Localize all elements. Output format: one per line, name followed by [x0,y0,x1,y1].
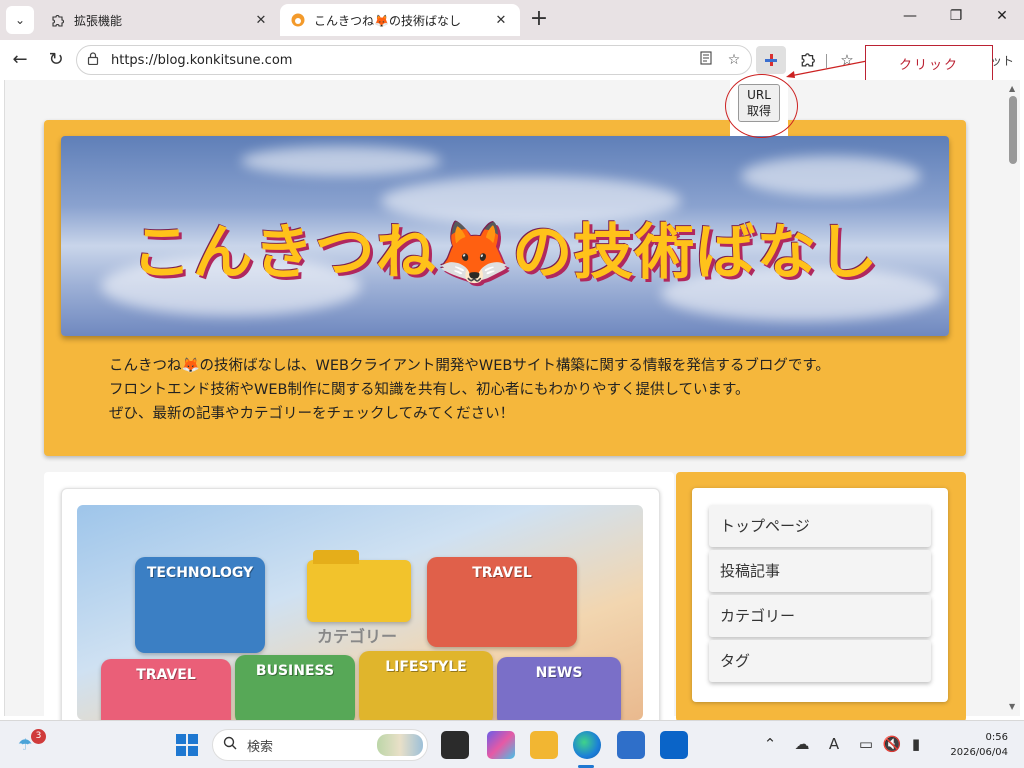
display-icon[interactable]: ▭ [856,735,876,753]
lock-icon[interactable] [87,52,103,68]
chevron-down-icon: ⌄ [14,13,26,27]
search-icon [223,736,237,754]
volume-muted-icon[interactable]: 🔇 [882,735,902,753]
refresh-icon: ↻ [48,49,64,70]
annotation-arrow [786,59,873,78]
tile: LIFESTYLE [359,651,493,720]
ime-mode-icon[interactable]: A [824,735,844,753]
show-hidden-icons-chevron-icon[interactable]: ⌃ [760,735,780,753]
microsoft-store-icon[interactable] [617,731,645,759]
tab-blog[interactable]: こんきつね🦊の技術ばなし ✕ [280,4,520,36]
close-tab-icon[interactable]: ✕ [252,13,270,28]
partially-hidden-toolbar-text: ット [990,54,1015,68]
tab-label: 拡張機能 [74,13,123,28]
windows-start-icon[interactable] [176,734,198,756]
edge-browser-icon[interactable] [573,731,601,759]
vertical-scrollbar[interactable] [1007,80,1020,716]
search-label: 検索 [247,739,274,755]
notification-badge: 3 [31,729,46,744]
description-line: こんきつね🦊の技術ばなしは、WEBクライアント開発やWEBサイト構築に関する情報… [109,358,830,374]
address-bar[interactable]: https://blog.konkitsune.com ☆ [76,45,752,75]
scroll-up-arrow-icon[interactable]: ▲ [1009,84,1015,93]
sidebar-item-tags[interactable]: タグ [709,640,931,682]
back-button[interactable]: ← [7,48,33,74]
puzzle-icon [50,12,66,28]
sidebar-item-categories[interactable]: カテゴリー [709,595,931,637]
blog-title: こんきつね🦊の技術ばなし [131,218,879,288]
clock[interactable]: 0:56 2026/06/04 [944,730,1008,760]
tile: BUSINESS [235,655,355,720]
close-tab-icon[interactable]: ✕ [492,13,510,28]
tile: NEWS [497,657,621,720]
tab-label: こんきつね🦊の技術ばなし [314,13,461,28]
annotation-circle [725,74,798,138]
hero-banner-image: こんきつね🦊の技術ばなし [61,136,949,336]
tile: TRAVEL [427,557,577,647]
outlook-icon[interactable] [660,731,688,759]
tab-actions-menu-button[interactable]: ⌄ [6,6,34,34]
tile: TRAVEL [101,659,231,720]
folder-label: カテゴリー [316,627,397,646]
url-text[interactable]: https://blog.konkitsune.com [111,53,695,68]
sidebar-item-top-page[interactable]: トップページ [709,505,931,547]
taskbar-search-box[interactable]: 検索 [212,729,428,761]
scrollbar-thumb[interactable] [1009,96,1017,164]
folder-illustration [307,550,411,622]
description-line: フロントエンド技術やWEB制作に関する知識を共有し、初心者にもわかりやすく提供し… [109,382,750,398]
description-line: ぜひ、最新の記事やカテゴリーをチェックしてみてください！ [109,406,515,422]
restore-button[interactable]: ❐ [938,8,974,32]
time-text: 0:56 [985,732,1008,743]
refresh-button[interactable]: ↻ [43,48,69,74]
cloud-offline-icon[interactable]: ☁ [792,735,812,753]
reader-mode-icon[interactable] [695,51,717,69]
date-text: 2026/06/04 [950,747,1008,758]
file-explorer-icon[interactable] [530,731,558,759]
battery-icon[interactable]: ▮ [906,735,926,753]
tab-strip: ⌄ 拡張機能 ✕ こんきつね🦊の技術ばなし ✕ + — ❐ ✕ [0,0,1024,40]
search-highlight-image [377,734,423,756]
new-tab-button[interactable]: + [526,8,552,32]
favorite-star-icon[interactable]: ☆ [723,52,745,68]
fox-favicon-icon [290,12,306,28]
scroll-down-arrow-icon[interactable]: ▼ [1009,702,1015,711]
extension-plus-icon [764,53,778,67]
tab-extensions[interactable]: 拡張機能 ✕ [40,4,280,36]
close-window-button[interactable]: ✕ [984,8,1020,32]
task-view-icon[interactable] [441,731,469,759]
tile: TECHNOLOGY [135,557,265,653]
m365-copilot-icon[interactable] [487,731,515,759]
blog-description: こんきつね🦊の技術ばなしは、WEBクライアント開発やWEBサイト構築に関する情報… [109,354,929,426]
back-arrow-icon: ← [12,49,28,70]
click-callout-box: クリック [865,45,993,81]
category-thumbnail-image[interactable]: TECHNOLOGY TRAVEL TRAVEL BUSINESS LIFEST… [77,505,643,720]
sidebar-item-posts[interactable]: 投稿記事 [709,550,931,592]
taskbar: ☂ 3 検索 ⌃ ☁ A ▭ 🔇 ▮ 0:56 2026/06/04 [0,720,1024,768]
minimize-button[interactable]: — [892,8,928,32]
